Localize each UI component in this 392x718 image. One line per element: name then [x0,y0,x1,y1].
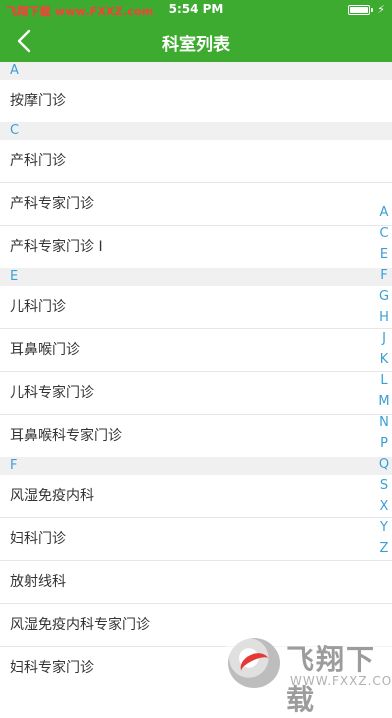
index-letter-h[interactable]: H [377,307,391,328]
index-letter-z[interactable]: Z [377,538,391,559]
section-header-c: C [0,122,392,140]
list-item[interactable]: 妇科门诊 [0,518,392,561]
list-item[interactable]: 耳鼻喉科专家门诊 [0,415,392,457]
watermark-url: WWW.FXXZ.COM [290,674,392,688]
battery-icon [348,5,373,15]
department-list[interactable]: A 按摩门诊 C 产科门诊 产科专家门诊 产科专家门诊 I E 儿科门诊 耳鼻喉… [0,62,392,696]
alphabet-index-bar[interactable]: A C E F G H J K L M N P Q S X Y Z [377,202,391,559]
index-letter-l[interactable]: L [377,370,391,391]
list-item[interactable]: 耳鼻喉门诊 [0,329,392,372]
index-letter-p[interactable]: P [377,433,391,454]
section-header-e: E [0,268,392,286]
status-bar: 飞翔下载 www.FXXZ.com 5:54 PM ⚡ [0,0,392,20]
list-item[interactable]: 儿科专家门诊 [0,372,392,415]
index-letter-n[interactable]: N [377,412,391,433]
index-letter-g[interactable]: G [377,286,391,307]
watermark-logo-icon [228,638,280,688]
back-button[interactable] [10,26,40,56]
index-letter-f[interactable]: F [377,265,391,286]
list-item[interactable]: 按摩门诊 [0,80,392,122]
list-item[interactable]: 放射线科 [0,561,392,604]
list-item[interactable]: 产科专家门诊 [0,183,392,226]
index-letter-e[interactable]: E [377,244,391,265]
status-time: 5:54 PM [168,2,224,16]
section-header-a: A [0,62,392,80]
charging-icon: ⚡ [377,3,385,16]
index-letter-q[interactable]: Q [377,454,391,475]
list-item[interactable]: 儿科门诊 [0,286,392,329]
list-item[interactable]: 风湿免疫内科 [0,475,392,518]
index-letter-a[interactable]: A [377,202,391,223]
index-letter-k[interactable]: K [377,349,391,370]
index-letter-c[interactable]: C [377,223,391,244]
page-title: 科室列表 [162,35,230,55]
index-letter-m[interactable]: M [377,391,391,412]
list-item[interactable]: 产科专家门诊 I [0,226,392,268]
index-letter-x[interactable]: X [377,496,391,517]
watermark: 飞翔下载 WWW.FXXZ.COM [226,636,392,716]
chevron-left-icon [17,29,31,53]
list-item[interactable]: 产科门诊 [0,140,392,183]
index-letter-j[interactable]: J [377,328,391,349]
index-letter-y[interactable]: Y [377,517,391,538]
nav-bar: 科室列表 [0,20,392,62]
section-header-f: F [0,457,392,475]
index-letter-s[interactable]: S [377,475,391,496]
